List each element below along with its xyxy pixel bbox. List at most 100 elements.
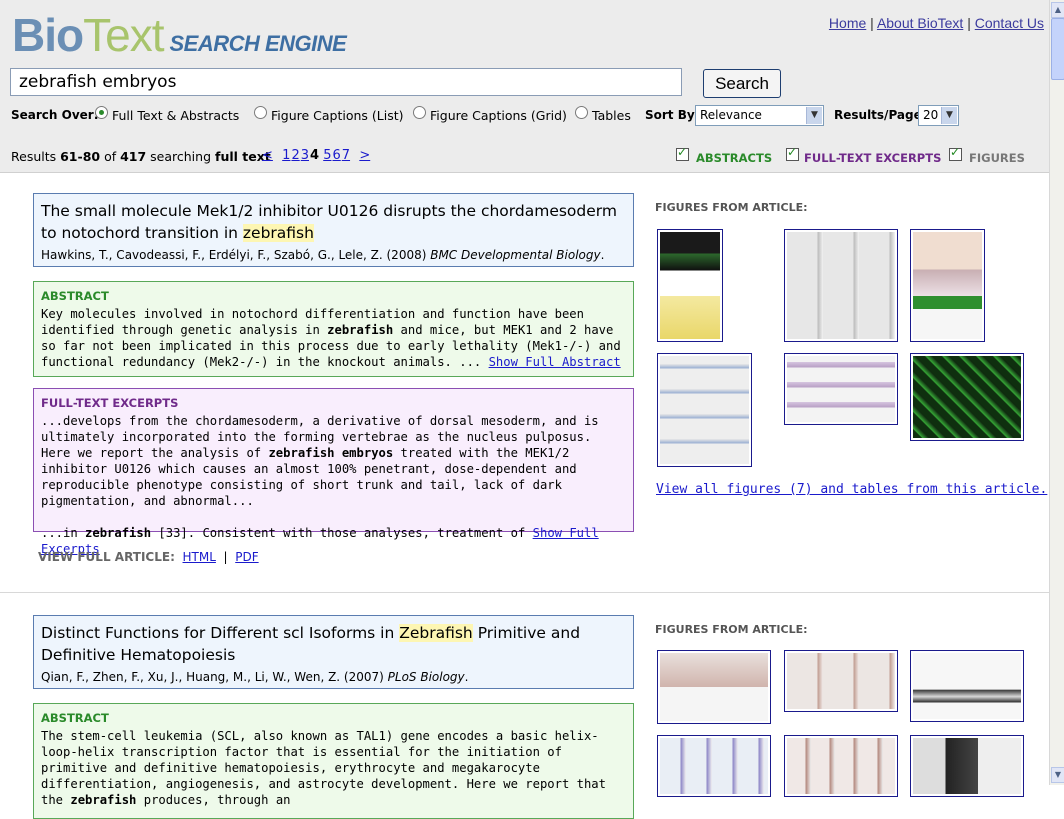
excerpts-filter-label[interactable]: FULL-TEXT EXCERPTS [804, 151, 941, 165]
figure-thumbnail[interactable] [910, 229, 985, 342]
sort-by-label: Sort By: [645, 108, 700, 122]
html-link[interactable]: HTML [183, 550, 216, 564]
result-title[interactable]: Distinct Functions for Different scl Iso… [41, 622, 625, 666]
biotext-logo[interactable]: BioText SEARCH ENGINE [12, 8, 347, 62]
figures-filter-label[interactable]: FIGURES [969, 151, 1025, 165]
results-of: of [100, 149, 121, 164]
abstract-heading: ABSTRACT [41, 289, 109, 303]
abstracts-checkbox[interactable] [676, 145, 689, 161]
result-title[interactable]: The small molecule Mek1/2 inhibitor U012… [41, 200, 625, 244]
journal-suffix: . [464, 670, 469, 684]
excerpt-box: FULL-TEXT EXCERPTS ...develops from the … [33, 388, 634, 556]
authors-text: Hawkins, T., Cavodeassi, F., Erdélyi, F.… [41, 248, 431, 262]
figure-image [787, 232, 895, 339]
pager-page-5[interactable]: 5 [323, 148, 331, 163]
figure-image [660, 653, 768, 721]
abstract-text: The stem-cell leukemia (SCL, also known … [41, 728, 625, 808]
abstract-part: produces, through an [136, 793, 291, 807]
figure-thumbnail[interactable] [657, 650, 771, 724]
results-summary: Results 61-80 of 417 searching full text [11, 149, 271, 164]
radio-captions-grid[interactable] [413, 106, 426, 119]
result-title-text[interactable]: The small molecule Mek1/2 inhibitor U012… [41, 202, 617, 242]
home-link[interactable]: Home [829, 15, 866, 31]
figure-image [787, 356, 895, 422]
abstract-heading: ABSTRACT [41, 711, 109, 725]
journal-name: PLoS Biology [387, 670, 465, 684]
logo-bio-text: Bio [12, 9, 84, 61]
figures-checkbox[interactable] [949, 145, 962, 161]
logo-subtitle: SEARCH ENGINE [169, 31, 347, 56]
contact-link[interactable]: Contact Us [975, 15, 1044, 31]
pager-next-link[interactable]: > [359, 148, 370, 163]
search-input[interactable]: zebrafish embryos [10, 68, 682, 96]
scroll-thumb[interactable] [1051, 18, 1064, 80]
pager-page-6[interactable]: 6 [332, 148, 340, 163]
about-link[interactable]: About BioText [877, 15, 963, 31]
journal-name: BMC Developmental Biology [430, 248, 601, 262]
scroll-up-icon[interactable]: ▲ [1051, 2, 1064, 18]
header-bar: BioText SEARCH ENGINE Home | About BioTex… [0, 0, 1050, 173]
results-total: 417 [120, 149, 147, 164]
pagination: < 1234 567 > [262, 148, 371, 163]
figure-thumbnail[interactable] [784, 353, 898, 425]
pager-page-1[interactable]: 1 [282, 148, 290, 163]
figure-thumbnail[interactable] [657, 735, 771, 797]
results-per-page-value: 20 [923, 108, 939, 122]
result-title-box: Distinct Functions for Different scl Iso… [33, 615, 634, 689]
pdf-link[interactable]: PDF [235, 550, 258, 564]
pager-page-2[interactable]: 2 [291, 148, 299, 163]
radio-captions-list[interactable] [254, 106, 267, 119]
sort-by-value: Relevance [700, 108, 762, 122]
figure-image [913, 356, 1021, 438]
figure-image [660, 738, 768, 794]
abstract-highlight: zebrafish [327, 323, 394, 337]
abstract-text: Key molecules involved in notochord diff… [41, 306, 625, 370]
figure-thumbnail[interactable] [657, 353, 752, 467]
result-title-box: The small molecule Mek1/2 inhibitor U012… [33, 193, 634, 267]
sort-by-select[interactable]: Relevance ▼ [695, 105, 824, 126]
radio-full-text-label[interactable]: Full Text & Abstracts [112, 108, 239, 123]
results-per-page-select[interactable]: 20 ▼ [918, 105, 959, 126]
figures-heading: FIGURES FROM ARTICLE: [655, 623, 808, 636]
excerpt-part: [33]. Consistent with those analyses, tr… [151, 526, 533, 540]
excerpts-checkbox[interactable] [786, 145, 799, 161]
pager-page-3[interactable]: 3 [301, 148, 309, 163]
view-full-article-label: VIEW FULL ARTICLE: [38, 550, 175, 564]
excerpt-part: ...in [41, 526, 86, 540]
radio-full-text[interactable] [95, 106, 108, 119]
figure-thumbnail[interactable] [784, 735, 898, 797]
figure-image [913, 738, 1021, 794]
pager-page-7[interactable]: 7 [342, 148, 350, 163]
result-title-highlight[interactable]: Zebrafish [399, 624, 473, 642]
show-full-abstract-link[interactable]: Show Full Abstract [489, 355, 621, 369]
result-title-text[interactable]: Distinct Functions for Different scl Iso… [41, 624, 399, 642]
link-separator: | [967, 15, 971, 31]
search-button[interactable]: Search [703, 69, 781, 98]
figure-image [913, 232, 982, 339]
chevron-down-icon[interactable]: ▼ [941, 107, 957, 124]
chevron-down-icon[interactable]: ▼ [806, 107, 822, 124]
radio-tables-label[interactable]: Tables [592, 108, 631, 123]
figure-thumbnail[interactable] [910, 650, 1024, 722]
results-per-page-label: Results/Page: [834, 108, 927, 122]
abstracts-filter-label[interactable]: ABSTRACTS [696, 151, 772, 165]
figure-thumbnail[interactable] [784, 650, 898, 712]
abstract-highlight: zebrafish [70, 793, 137, 807]
excerpt-heading: FULL-TEXT EXCERPTS [41, 396, 179, 410]
view-all-figures-link[interactable]: View all figures (7) and tables from thi… [656, 482, 1047, 497]
figure-thumbnail[interactable] [910, 735, 1024, 797]
result-title-highlight[interactable]: zebrafish [242, 224, 314, 242]
radio-tables[interactable] [575, 106, 588, 119]
figure-thumbnail[interactable] [657, 229, 723, 342]
journal-suffix: . [600, 248, 605, 262]
page-scrollbar[interactable]: ▲ ▼ [1049, 0, 1064, 785]
radio-captions-grid-label[interactable]: Figure Captions (Grid) [430, 108, 567, 123]
results-range: 61-80 [60, 149, 101, 164]
pager-prev-link[interactable]: < [262, 148, 273, 163]
result-authors: Hawkins, T., Cavodeassi, F., Erdélyi, F.… [41, 248, 625, 262]
scroll-down-icon[interactable]: ▼ [1051, 767, 1064, 783]
radio-captions-list-label[interactable]: Figure Captions (List) [271, 108, 404, 123]
figure-thumbnail[interactable] [910, 353, 1024, 441]
figure-thumbnail[interactable] [784, 229, 898, 342]
abstract-box: ABSTRACT The stem-cell leukemia (SCL, al… [33, 703, 634, 819]
